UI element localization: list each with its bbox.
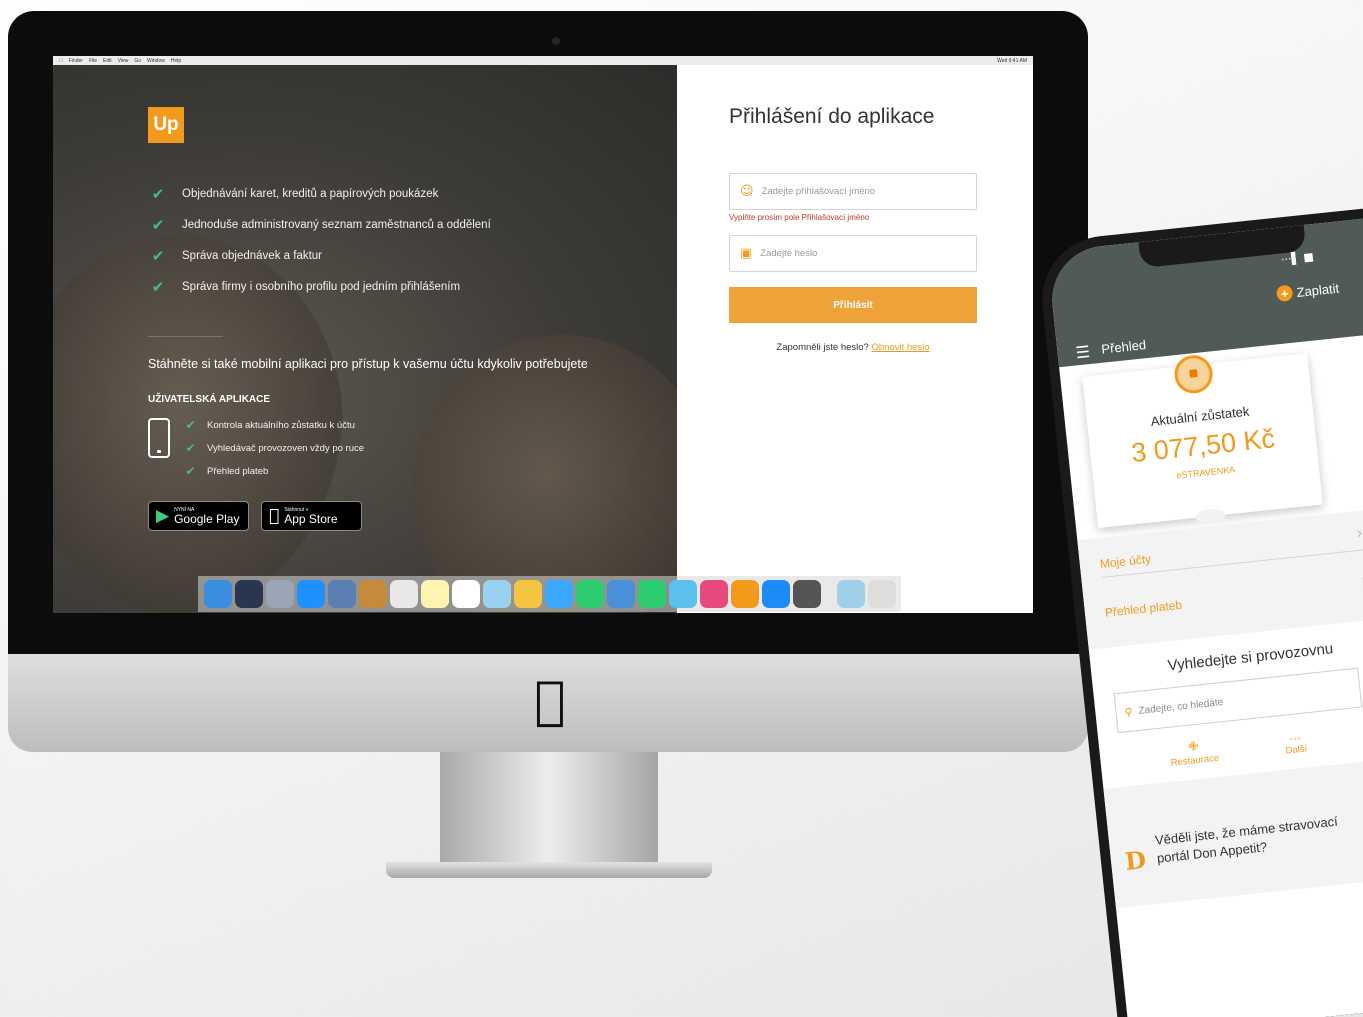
imac-screen:  Finder File Edit View Go Window Help W… (53, 56, 1033, 613)
dock-app-icon[interactable] (234, 580, 263, 608)
menu-file[interactable]: File (89, 58, 97, 64)
check-icon: ✔ (151, 278, 165, 296)
dock-app-icon[interactable] (265, 580, 294, 608)
username-field[interactable]: ☺ Zadejte přihlašovací jméno (729, 173, 977, 210)
dock-app-icon[interactable] (668, 580, 697, 608)
wallet-icon: ■ (1172, 353, 1215, 396)
check-icon: ✔ (185, 464, 196, 478)
don-appetit-logo-icon: D (1123, 844, 1148, 876)
dock-app-icon[interactable] (544, 580, 573, 608)
check-icon: ✔ (185, 418, 196, 432)
dock-app-icon[interactable] (482, 580, 511, 608)
menu-window[interactable]: Window (147, 58, 165, 64)
category-restaurants[interactable]: ✙ Restaurace (1153, 735, 1235, 770)
dock-app-icon[interactable] (389, 580, 418, 608)
search-input[interactable]: ⚲ Zadejte, co hledáte (1113, 667, 1363, 734)
mobile-app-heading: Stáhněte si také mobilní aplikaci pro př… (148, 357, 588, 371)
menu-finder[interactable]: Finder (69, 58, 83, 64)
dock-app-icon[interactable] (699, 580, 728, 608)
dock-app-icon[interactable] (203, 580, 232, 608)
mac-dock (198, 576, 901, 612)
forgot-password: Zapomněli jste heslo? Obnovit heslo (776, 342, 930, 353)
check-icon: ✔ (185, 441, 196, 455)
imac-stand (440, 752, 658, 870)
phone-screen: ···▌ ■ + Zaplatit ☰ Přehled ■ Aktuální z… (1046, 218, 1363, 1017)
password-field[interactable]: ▣ Zadejte heslo (729, 235, 977, 272)
play-icon: ▶ (156, 505, 170, 526)
fork-knife-icon: ✙ (1187, 738, 1200, 754)
dock-app-icon[interactable] (327, 580, 356, 608)
feature-item: ✔ Správa objednávek a faktur (148, 246, 648, 266)
password-placeholder: Zadejte heslo (760, 248, 818, 259)
check-icon: ✔ (151, 185, 165, 203)
category-more[interactable]: … Další (1254, 724, 1336, 759)
login-title: Přihlášení do aplikace (729, 105, 935, 128)
app-feature-item: ✔ Kontrola aktuálního zůstatku k účtu (183, 417, 483, 433)
feature-item: ✔ Správa firmy i osobního profilu pod je… (148, 277, 648, 297)
login-panel: Přihlášení do aplikace ☺ Zadejte přihlaš… (677, 65, 1033, 613)
dock-app-icon[interactable] (792, 580, 821, 608)
smartphone-icon (148, 418, 170, 458)
app-feature-item: ✔ Přehled plateb (183, 463, 483, 479)
apple-logo-icon:  (528, 675, 572, 727)
mac-menubar:  Finder File Edit View Go Window Help W… (53, 56, 1033, 65)
chevron-right-icon: › (1355, 524, 1363, 543)
lock-icon: ▣ (740, 246, 753, 261)
dock-app-icon[interactable] (761, 580, 790, 608)
menu-edit[interactable]: Edit (103, 58, 112, 64)
dock-app-icon[interactable] (358, 580, 387, 608)
balance-card[interactable]: ■ Aktuální zůstatek 3 077,50 Kč eSTRAVEN… (1082, 353, 1323, 529)
user-icon: ☺ (740, 184, 754, 199)
dock-app-icon[interactable] (296, 580, 325, 608)
dock-app-icon[interactable] (513, 580, 542, 608)
dock-app-icon[interactable] (836, 580, 865, 608)
dock-app-icon[interactable] (606, 580, 635, 608)
username-error: Vyplňte prosím pole Přihlašovací jméno (729, 213, 870, 222)
clock: Wed 9:41 AM (997, 57, 1027, 64)
menu-go[interactable]: Go (134, 58, 141, 64)
dock-app-icon[interactable] (730, 580, 759, 608)
app-feature-item: ✔ Vyhledávač provozoven vždy po ruce (183, 440, 483, 456)
up-logo: Up (148, 107, 184, 143)
dock-app-icon[interactable] (637, 580, 666, 608)
app-label: UŽIVATELSKÁ APLIKACE (148, 394, 271, 405)
hamburger-menu-icon[interactable]: ☰ (1075, 342, 1091, 362)
feature-item: ✔ Objednávání karet, kreditů a papírovýc… (148, 184, 648, 204)
divider (148, 336, 223, 337)
dock-app-icon[interactable] (451, 580, 480, 608)
check-icon: ✔ (151, 216, 165, 234)
reset-password-link[interactable]: Obnovit heslo (871, 342, 929, 353)
dock-app-icon[interactable] (575, 580, 604, 608)
menu-help[interactable]: Help (171, 58, 181, 64)
apple-menu-icon[interactable]:  (59, 58, 63, 64)
search-icon: ⚲ (1123, 705, 1134, 719)
check-icon: ✔ (151, 247, 165, 265)
username-placeholder: Zadejte přihlašovací jméno (761, 186, 876, 197)
menu-view[interactable]: View (118, 58, 129, 64)
more-icon: … (1288, 728, 1302, 744)
imac-stand-base (386, 862, 712, 878)
plus-icon: + (1275, 284, 1294, 303)
app-store-button[interactable]:  Stáhnout v App Store (261, 501, 362, 531)
feature-item: ✔ Jednoduše administrovaný seznam zaměst… (148, 215, 648, 235)
google-play-button[interactable]: ▶ NYNÍ NA Google Play (148, 501, 249, 531)
camera (552, 37, 560, 45)
dock-app-icon[interactable] (867, 580, 896, 608)
apple-icon:  (269, 507, 279, 525)
dock-app-icon[interactable] (420, 580, 449, 608)
login-button[interactable]: Přihlásit (729, 287, 977, 323)
smartphone-frame: ···▌ ■ + Zaplatit ☰ Přehled ■ Aktuální z… (1036, 207, 1363, 1017)
left-panel: Up ✔ Objednávání karet, kreditů a papíro… (53, 65, 713, 613)
